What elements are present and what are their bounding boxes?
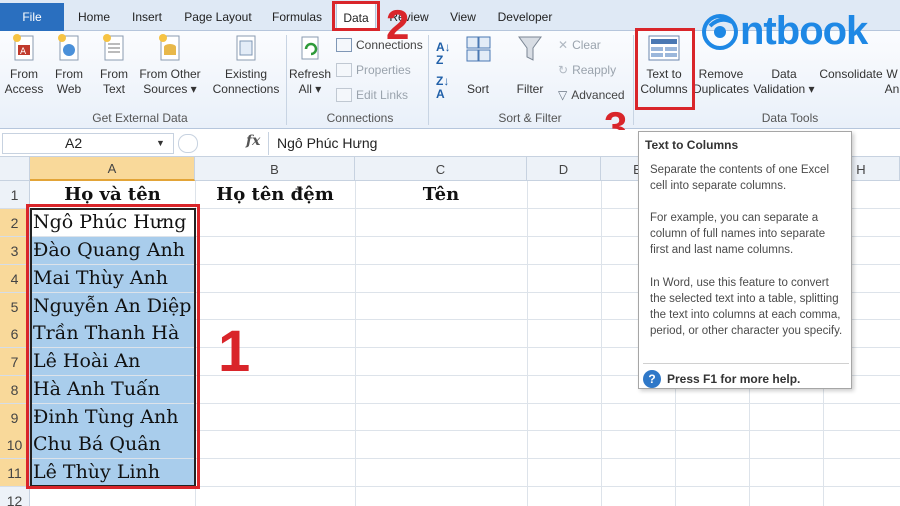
filter-icon [516,33,544,63]
existing-connections-icon [232,33,260,63]
name-box[interactable]: A2 [2,133,174,154]
from-text-button[interactable]: From Text [94,33,134,97]
from-access-label-1: From [10,67,38,81]
advanced-icon: ▽ [558,88,568,102]
refresh-icon [296,33,324,63]
from-other-label-2: Sources ▾ [143,82,197,96]
group-separator [633,35,634,125]
tab-view[interactable]: View [442,3,484,31]
from-web-label-1: From [55,67,83,81]
data-validation-label-1: Data [771,67,797,81]
sort-icon [464,33,492,63]
access-icon: A [10,33,38,63]
properties-label: Properties [356,63,411,77]
tab-page-layout[interactable]: Page Layout [176,3,260,31]
from-text-label-2: Text [102,82,125,96]
text-file-icon [100,33,128,63]
edit-links-icon [336,88,352,102]
data-validation-label-2: Validation ▾ [753,82,815,96]
tooltip-footer: ? Press F1 for more help. [643,363,849,388]
group-separator [286,35,287,125]
group-label-data-tools: Data Tools [761,111,819,125]
cell-c1[interactable]: Tên [355,181,527,208]
insert-function-icon[interactable]: fx [246,133,260,149]
column-header-c[interactable]: C [355,157,527,181]
tab-developer[interactable]: Developer [490,3,560,31]
formula-content[interactable]: Ngô Phúc Hưng [268,132,640,155]
from-web-button[interactable]: From Web [50,33,88,97]
refresh-all-button[interactable]: Refresh All ▾ [288,33,332,97]
help-icon: ? [643,370,661,388]
from-web-label-2: Web [56,82,82,96]
svg-text:A: A [20,47,27,57]
group-separator [428,35,429,125]
advanced-filter-button[interactable]: ▽ Advanced [558,88,625,102]
reapply-label: Reapply [572,63,617,77]
edit-links-label: Edit Links [356,88,409,102]
tooltip-paragraph-1: Separate the contents of one Excel cell … [650,164,830,192]
tab-file[interactable]: File [0,3,64,31]
refresh-label-2: All ▾ [298,82,322,96]
annotation-box-data-tab [332,1,380,31]
filter-label: Filter [516,82,544,96]
group-label-sort-filter: Sort & Filter [498,111,562,125]
existing-label-2: Connections [212,82,280,96]
sort-label: Sort [466,82,489,96]
cell-b1[interactable]: Họ tên đệm [195,181,355,208]
annotation-step-2: 2 [386,1,410,48]
clear-filter-button[interactable]: ✕ Clear [558,38,601,52]
annotation-step-1: 1 [218,319,251,384]
consolidate-label: Consolidate [819,67,883,81]
tab-formulas[interactable]: Formulas [264,3,330,31]
connections-button[interactable]: Connections [336,38,423,52]
name-box-dropdown-icon[interactable]: ▼ [156,138,165,148]
column-header-d[interactable]: D [527,157,601,181]
clear-label: Clear [572,38,601,52]
sort-az-icon[interactable]: A↓ Z [436,41,451,67]
from-other-label-1: From Other [139,67,201,81]
logo-text: ntbook [740,9,868,53]
refresh-label-1: Refresh [288,67,332,81]
row-header-12[interactable]: 12 [0,487,30,506]
reapply-button[interactable]: ↻ Reapply [558,63,616,77]
clear-icon: ✕ [558,38,569,52]
from-other-sources-button[interactable]: From Other Sources ▾ [137,33,203,97]
formula-bar-expander[interactable] [178,134,198,153]
tab-insert[interactable]: Insert [122,3,172,31]
existing-connections-button[interactable]: Existing Connections [208,33,284,97]
text-to-columns-tooltip: Text to Columns Separate the contents of… [638,131,852,389]
group-label-get-external-data: Get External Data [92,111,188,125]
remove-duplicates-label-2: Duplicates [692,82,750,96]
tooltip-help-text: Press F1 for more help. [667,372,801,386]
existing-label-1: Existing [224,67,268,81]
sort-button[interactable]: Sort [460,33,496,97]
from-text-label-1: From [100,67,128,81]
tooltip-paragraph-3: In Word, use this feature to convert the… [650,277,843,337]
group-label-connections: Connections [326,111,394,125]
select-all-corner[interactable] [0,157,30,181]
connections-icon [336,38,352,52]
tooltip-paragraph-2: For example, you can separate a column o… [650,212,826,256]
filter-button[interactable]: Filter [510,33,550,97]
column-header-a[interactable]: A [30,157,195,181]
advanced-label: Advanced [571,88,625,102]
remove-duplicates-label-1: Remove [698,67,744,81]
tooltip-title: Text to Columns [645,138,739,152]
tab-home[interactable]: Home [70,3,118,31]
sort-za-icon[interactable]: Z↓ A [436,75,449,101]
from-access-button[interactable]: A From Access [2,33,46,97]
annotation-box-selection [26,204,200,489]
what-if-label-2: An [884,82,900,96]
column-header-b[interactable]: B [195,157,355,181]
edit-links-button[interactable]: Edit Links [336,88,408,102]
reapply-icon: ↻ [558,63,569,77]
other-sources-icon [156,33,184,63]
properties-icon [336,63,352,77]
web-icon [55,33,83,63]
properties-button[interactable]: Properties [336,63,411,77]
what-if-label-1: W [886,67,898,81]
from-access-label-2: Access [4,82,44,96]
ntbook-logo: ntbook [700,4,898,58]
annotation-box-text-to-columns [635,28,695,110]
